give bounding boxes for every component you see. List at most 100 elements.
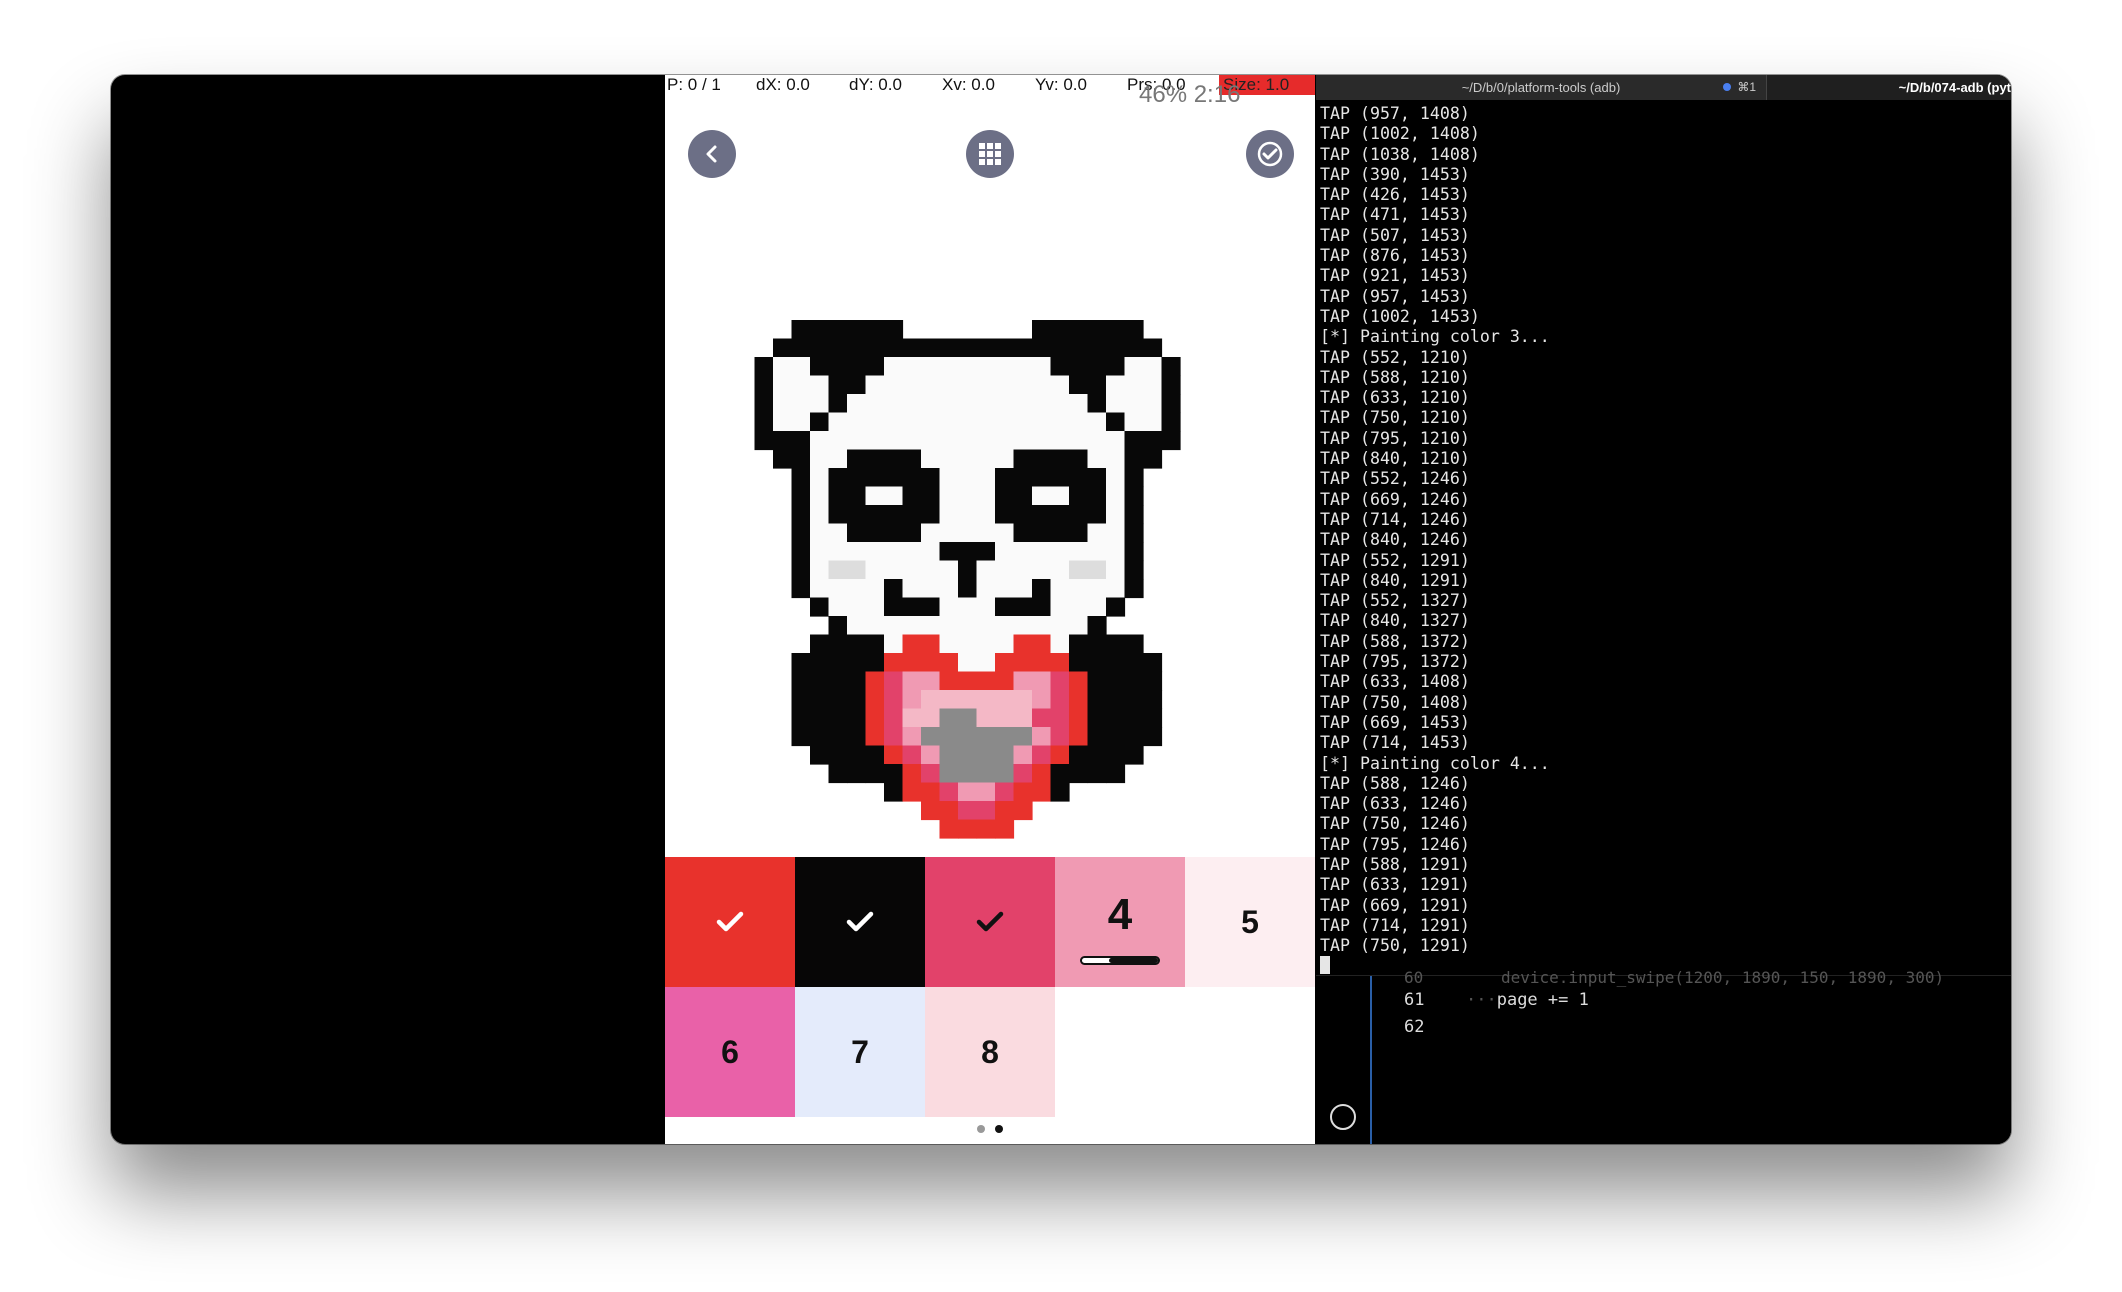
pixel-cell[interactable] — [884, 745, 904, 765]
pixel-cell[interactable] — [1124, 338, 1144, 358]
pixel-cell[interactable] — [902, 505, 922, 525]
pixel-cell[interactable] — [847, 597, 867, 617]
pixel-cell[interactable] — [995, 690, 1015, 710]
pixel-cell[interactable] — [902, 634, 922, 654]
pixel-cell[interactable] — [1124, 468, 1144, 488]
pixel-cell[interactable] — [958, 708, 978, 728]
pixel-cell[interactable] — [976, 579, 996, 599]
pixel-cell[interactable] — [810, 375, 830, 395]
pixel-cell[interactable] — [791, 690, 811, 710]
pixel-cell[interactable] — [976, 412, 996, 432]
color-swatch[interactable] — [925, 857, 1055, 987]
pixel-cell[interactable] — [976, 375, 996, 395]
pixel-cell[interactable] — [958, 727, 978, 747]
pixel-cell[interactable] — [995, 597, 1015, 617]
pixel-cell[interactable] — [1124, 486, 1144, 506]
pixel-cell[interactable] — [847, 394, 867, 414]
pixel-cell[interactable] — [939, 616, 959, 636]
pixel-cell[interactable] — [1069, 764, 1089, 784]
pixel-cell[interactable] — [1143, 690, 1163, 710]
pixel-cell[interactable] — [976, 801, 996, 821]
pixel-cell[interactable] — [884, 542, 904, 562]
pixel-cell[interactable] — [773, 431, 793, 451]
pixel-cell[interactable] — [1050, 634, 1070, 654]
pixel-cell[interactable] — [1050, 579, 1070, 599]
pixel-cell[interactable] — [995, 727, 1015, 747]
pixel-cell[interactable] — [1013, 597, 1033, 617]
pixel-cell[interactable] — [828, 727, 848, 747]
pixel-cell[interactable] — [995, 412, 1015, 432]
pixel-cell[interactable] — [939, 505, 959, 525]
pixel-cell[interactable] — [1124, 505, 1144, 525]
pixel-cell[interactable] — [939, 745, 959, 765]
pixel-cell[interactable] — [847, 634, 867, 654]
pixel-cell[interactable] — [791, 560, 811, 580]
pixel-cell[interactable] — [939, 727, 959, 747]
pixel-cell[interactable] — [995, 338, 1015, 358]
pixel-cell[interactable] — [828, 616, 848, 636]
pixel-cell[interactable] — [995, 671, 1015, 691]
pixel-cell[interactable] — [995, 505, 1015, 525]
pixel-cell[interactable] — [1087, 486, 1107, 506]
pixel-cell[interactable] — [1069, 375, 1089, 395]
pixel-cell[interactable] — [958, 745, 978, 765]
pixel-cell[interactable] — [847, 431, 867, 451]
pixel-cell[interactable] — [921, 671, 941, 691]
pixel-cell[interactable] — [902, 727, 922, 747]
pixel-cell[interactable] — [1106, 449, 1126, 469]
pixel-cell[interactable] — [773, 394, 793, 414]
pixel-cell[interactable] — [791, 468, 811, 488]
pixel-cell[interactable] — [1106, 431, 1126, 451]
pixel-cell[interactable] — [1032, 338, 1052, 358]
pixel-cell[interactable] — [958, 431, 978, 451]
pixel-cell[interactable] — [773, 338, 793, 358]
pixel-cell[interactable] — [884, 523, 904, 543]
pixel-cell[interactable] — [921, 579, 941, 599]
pixel-cell[interactable] — [865, 653, 885, 673]
pixel-cell[interactable] — [1087, 431, 1107, 451]
pixel-cell[interactable] — [1050, 523, 1070, 543]
pixel-cell[interactable] — [1143, 412, 1163, 432]
pixel-cell[interactable] — [828, 375, 848, 395]
pixel-cell[interactable] — [939, 542, 959, 562]
pixel-cell[interactable] — [828, 579, 848, 599]
pixel-cell[interactable] — [1106, 597, 1126, 617]
pixel-cell[interactable] — [976, 690, 996, 710]
pixel-cell[interactable] — [791, 653, 811, 673]
pixel-cell[interactable] — [921, 375, 941, 395]
pixel-cell[interactable] — [902, 653, 922, 673]
pixel-cell[interactable] — [810, 338, 830, 358]
pixel-cell[interactable] — [1013, 449, 1033, 469]
pixel-cell[interactable] — [1050, 320, 1070, 340]
pixel-cell[interactable] — [1087, 634, 1107, 654]
pixel-cell[interactable] — [1013, 542, 1033, 562]
pixel-cell[interactable] — [939, 764, 959, 784]
pixel-cell[interactable] — [1050, 338, 1070, 358]
pixel-cell[interactable] — [791, 394, 811, 414]
pixel-cell[interactable] — [865, 690, 885, 710]
code-line[interactable]: ···page += 1 — [1466, 990, 1589, 1010]
pixel-cell[interactable] — [1069, 338, 1089, 358]
pixel-cell[interactable] — [1032, 523, 1052, 543]
pixel-cell[interactable] — [921, 338, 941, 358]
pixel-cell[interactable] — [828, 357, 848, 377]
pixel-cell[interactable] — [1106, 320, 1126, 340]
pixel-cell[interactable] — [791, 375, 811, 395]
pixel-cell[interactable] — [847, 764, 867, 784]
pixel-cell[interactable] — [902, 764, 922, 784]
pixel-cell[interactable] — [1050, 505, 1070, 525]
pixel-cell[interactable] — [958, 690, 978, 710]
pixel-cell[interactable] — [1013, 782, 1033, 802]
pixel-cell[interactable] — [810, 542, 830, 562]
pixel-cell[interactable] — [828, 653, 848, 673]
pixel-cell[interactable] — [1087, 671, 1107, 691]
pixel-cell[interactable] — [1069, 486, 1089, 506]
pixel-cell[interactable] — [1106, 394, 1126, 414]
pixel-cell[interactable] — [810, 727, 830, 747]
pixel-cell[interactable] — [995, 819, 1015, 839]
pixel-cell[interactable] — [958, 542, 978, 562]
pixel-cell[interactable] — [791, 357, 811, 377]
pixel-cell[interactable] — [995, 801, 1015, 821]
pixel-cell[interactable] — [1069, 616, 1089, 636]
pixel-cell[interactable] — [791, 338, 811, 358]
